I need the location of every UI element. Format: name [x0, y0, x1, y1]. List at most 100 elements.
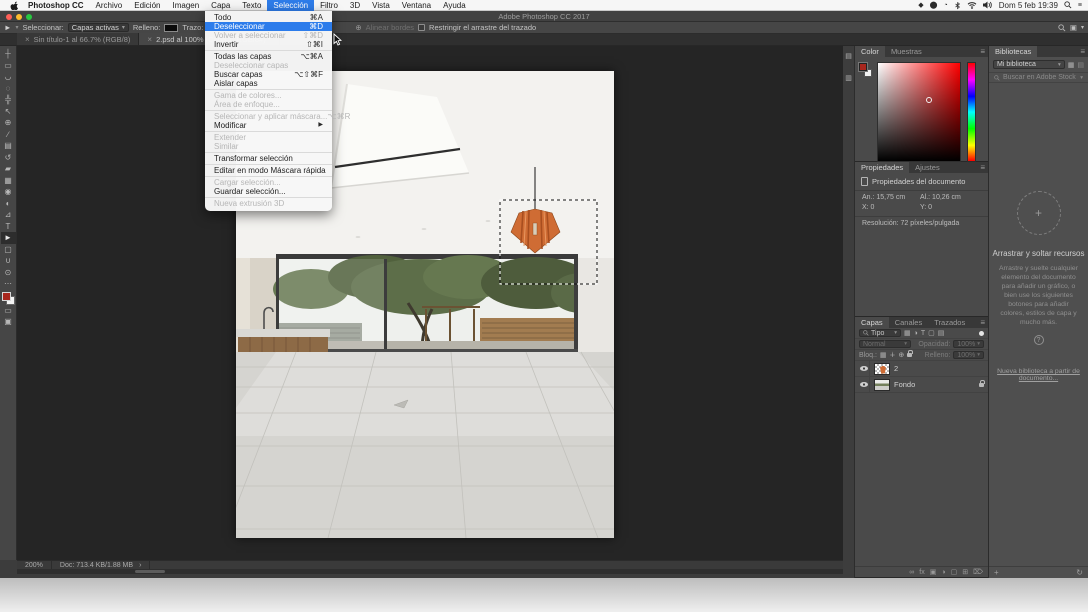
zoom-level-field[interactable]: 200% — [17, 561, 52, 569]
close-tab-icon[interactable]: × — [25, 35, 30, 44]
canvas-pasteboard[interactable] — [17, 46, 843, 560]
layer-thumbnail[interactable] — [874, 378, 890, 391]
marquee-tool[interactable]: ▭ — [1, 60, 16, 72]
volume-icon[interactable] — [982, 1, 993, 9]
scrollbar-thumb[interactable] — [135, 570, 165, 573]
tab-trazados[interactable]: Trazados — [928, 317, 971, 328]
eyedropper-tool[interactable]: ↖ — [1, 106, 16, 118]
layer-name[interactable]: Fondo — [894, 380, 915, 389]
tab-capas[interactable]: Capas — [855, 317, 889, 328]
menu-item-aislar-capas[interactable]: Aislar capas — [205, 79, 332, 88]
menu-item-todas-las-capas[interactable]: Todas las capas ⌥⌘A — [205, 52, 332, 61]
lock-all-icon[interactable] — [907, 350, 913, 357]
menubar-archivo[interactable]: Archivo — [90, 0, 129, 11]
tab-canales[interactable]: Canales — [889, 317, 929, 328]
brush-tool[interactable]: ∕ — [1, 129, 16, 141]
opacity-field[interactable]: 100% ▾ — [953, 340, 984, 348]
crop-tool[interactable]: ╬ — [1, 94, 16, 106]
hand-tool[interactable]: ∪ — [1, 255, 16, 267]
zoom-tool[interactable]: ⊙ — [1, 267, 16, 279]
panel-menu-icon[interactable]: ≡ — [980, 317, 988, 328]
quick-mask-button[interactable]: ▭ — [1, 305, 16, 317]
add-mask-icon[interactable]: ▣ — [930, 568, 937, 576]
quick-selection-tool[interactable]: ◌ — [1, 83, 16, 95]
filter-type-layers-icon[interactable]: T — [921, 330, 925, 337]
rotate-view-icon[interactable]: ⊕ — [355, 23, 361, 32]
healing-brush-tool[interactable]: ⊕ — [1, 117, 16, 129]
collapsed-panel-icon-1[interactable]: ▤ — [843, 52, 854, 60]
tab-ajustes[interactable]: Ajustes — [909, 162, 946, 173]
layer-name[interactable]: 2 — [894, 364, 898, 373]
horizontal-scrollbar[interactable] — [17, 569, 843, 574]
lock-position-icon[interactable]: ⊕ — [898, 351, 904, 359]
menu-item-deseleccionar[interactable]: Deseleccionar ⌘D — [205, 22, 332, 31]
panel-menu-icon[interactable]: ≡ — [980, 46, 988, 57]
move-tool[interactable]: ┼ — [1, 48, 16, 60]
menu-item-transformar-seleccion[interactable]: Transformar selección — [205, 154, 332, 163]
tab-bibliotecas[interactable]: Bibliotecas — [989, 46, 1038, 57]
fill-field[interactable]: 100% ▾ — [953, 351, 984, 359]
menu-item-guardar-seleccion[interactable]: Guardar selección... — [205, 187, 332, 196]
notification-center-icon[interactable]: ≡ — [1078, 0, 1082, 11]
layer-visibility-toggle[interactable] — [859, 360, 870, 377]
blur-tool[interactable]: ◉ — [1, 186, 16, 198]
search-icon[interactable] — [1058, 23, 1066, 32]
tool-preset-chevron-icon[interactable]: ▾ — [15, 24, 18, 31]
history-brush-tool[interactable]: ↺ — [1, 152, 16, 164]
dodge-tool[interactable]: ◐ — [1, 198, 16, 210]
layer-style-icon[interactable]: fx — [919, 569, 924, 576]
menubar-edicion[interactable]: Edición — [128, 0, 166, 11]
workspace-chevron-icon[interactable]: ▾ — [1081, 24, 1084, 31]
close-tab-icon[interactable]: × — [147, 35, 152, 44]
layer-filter-toggle[interactable] — [979, 330, 984, 336]
hue-slider[interactable] — [967, 62, 976, 162]
tab-color[interactable]: Color — [855, 46, 885, 57]
filter-pixel-layers-icon[interactable]: ▦ — [904, 329, 911, 337]
apple-logo-icon[interactable] — [10, 1, 18, 10]
shape-tool[interactable]: ▢ — [1, 244, 16, 256]
spotlight-search-icon[interactable] — [1064, 1, 1072, 9]
menubar-clock[interactable]: Dom 5 feb 19:39 — [999, 1, 1058, 10]
menu-item-modificar[interactable]: Modificar ▶ — [205, 121, 332, 130]
eraser-tool[interactable]: ▰ — [1, 163, 16, 175]
help-icon[interactable]: ? — [1033, 335, 1044, 345]
layer-thumbnail[interactable] — [874, 362, 890, 375]
mini-foreground-swatch[interactable] — [858, 62, 868, 72]
window-titlebar[interactable]: Adobe Photoshop CC 2017 — [0, 11, 1088, 22]
tab-muestras[interactable]: Muestras — [885, 46, 928, 57]
clock-icon[interactable]: ◔ — [944, 0, 948, 11]
menubar-ayuda[interactable]: Ayuda — [437, 0, 472, 11]
restringir-checkbox[interactable] — [418, 24, 426, 31]
fill-swatch[interactable] — [164, 23, 179, 32]
menubar-seleccion[interactable]: Selección — [267, 0, 315, 11]
color-picker-cursor[interactable] — [925, 97, 932, 104]
library-select-dropdown[interactable]: Mi biblioteca ▾ — [993, 60, 1065, 69]
more-tools-button[interactable]: ⋯ — [1, 278, 16, 290]
color-saturation-field[interactable] — [877, 62, 961, 162]
lock-transparency-icon[interactable]: ▦ — [880, 351, 887, 359]
menubar-3d[interactable]: 3D — [344, 0, 366, 11]
menubar-app-name[interactable]: Photoshop CC — [22, 0, 90, 11]
collapsed-panel-icon-2[interactable]: ▥ — [843, 74, 854, 82]
new-group-icon[interactable]: ▢ — [951, 568, 958, 576]
select-mode-dropdown[interactable]: Capas activas ▾ — [67, 23, 129, 32]
panel-menu-icon[interactable]: ≡ — [980, 162, 988, 173]
menubar-texto[interactable]: Texto — [236, 0, 267, 11]
lock-paint-icon[interactable]: ∔ — [890, 351, 896, 359]
link-layers-icon[interactable]: ∞ — [909, 569, 914, 576]
menu-item-invertir[interactable]: Invertir ⇧⌘I — [205, 40, 332, 49]
tab-propiedades[interactable]: Propiedades — [855, 162, 910, 173]
new-adjustment-icon[interactable]: ◑ — [941, 569, 945, 576]
bluetooth-icon[interactable] — [954, 1, 961, 10]
foreground-color-swatch[interactable] — [1, 291, 11, 301]
lasso-tool[interactable]: ◡ — [1, 71, 16, 83]
document-tab-untitled[interactable]: × Sin título-1 al 66.7% (RGB/8) — [17, 33, 140, 45]
clone-stamp-tool[interactable]: ▤ — [1, 140, 16, 152]
panel-menu-icon[interactable]: ≡ — [1080, 46, 1088, 57]
sync-icon[interactable]: ↻ — [1076, 568, 1083, 577]
menubar-imagen[interactable]: Imagen — [166, 0, 205, 11]
new-layer-icon[interactable]: ⊞ — [962, 568, 968, 576]
droplet-icon[interactable]: ◆ — [918, 0, 923, 11]
screen-mode-button[interactable]: ▣ — [1, 316, 16, 328]
grid-view-icon[interactable]: ▦ — [1068, 61, 1075, 69]
